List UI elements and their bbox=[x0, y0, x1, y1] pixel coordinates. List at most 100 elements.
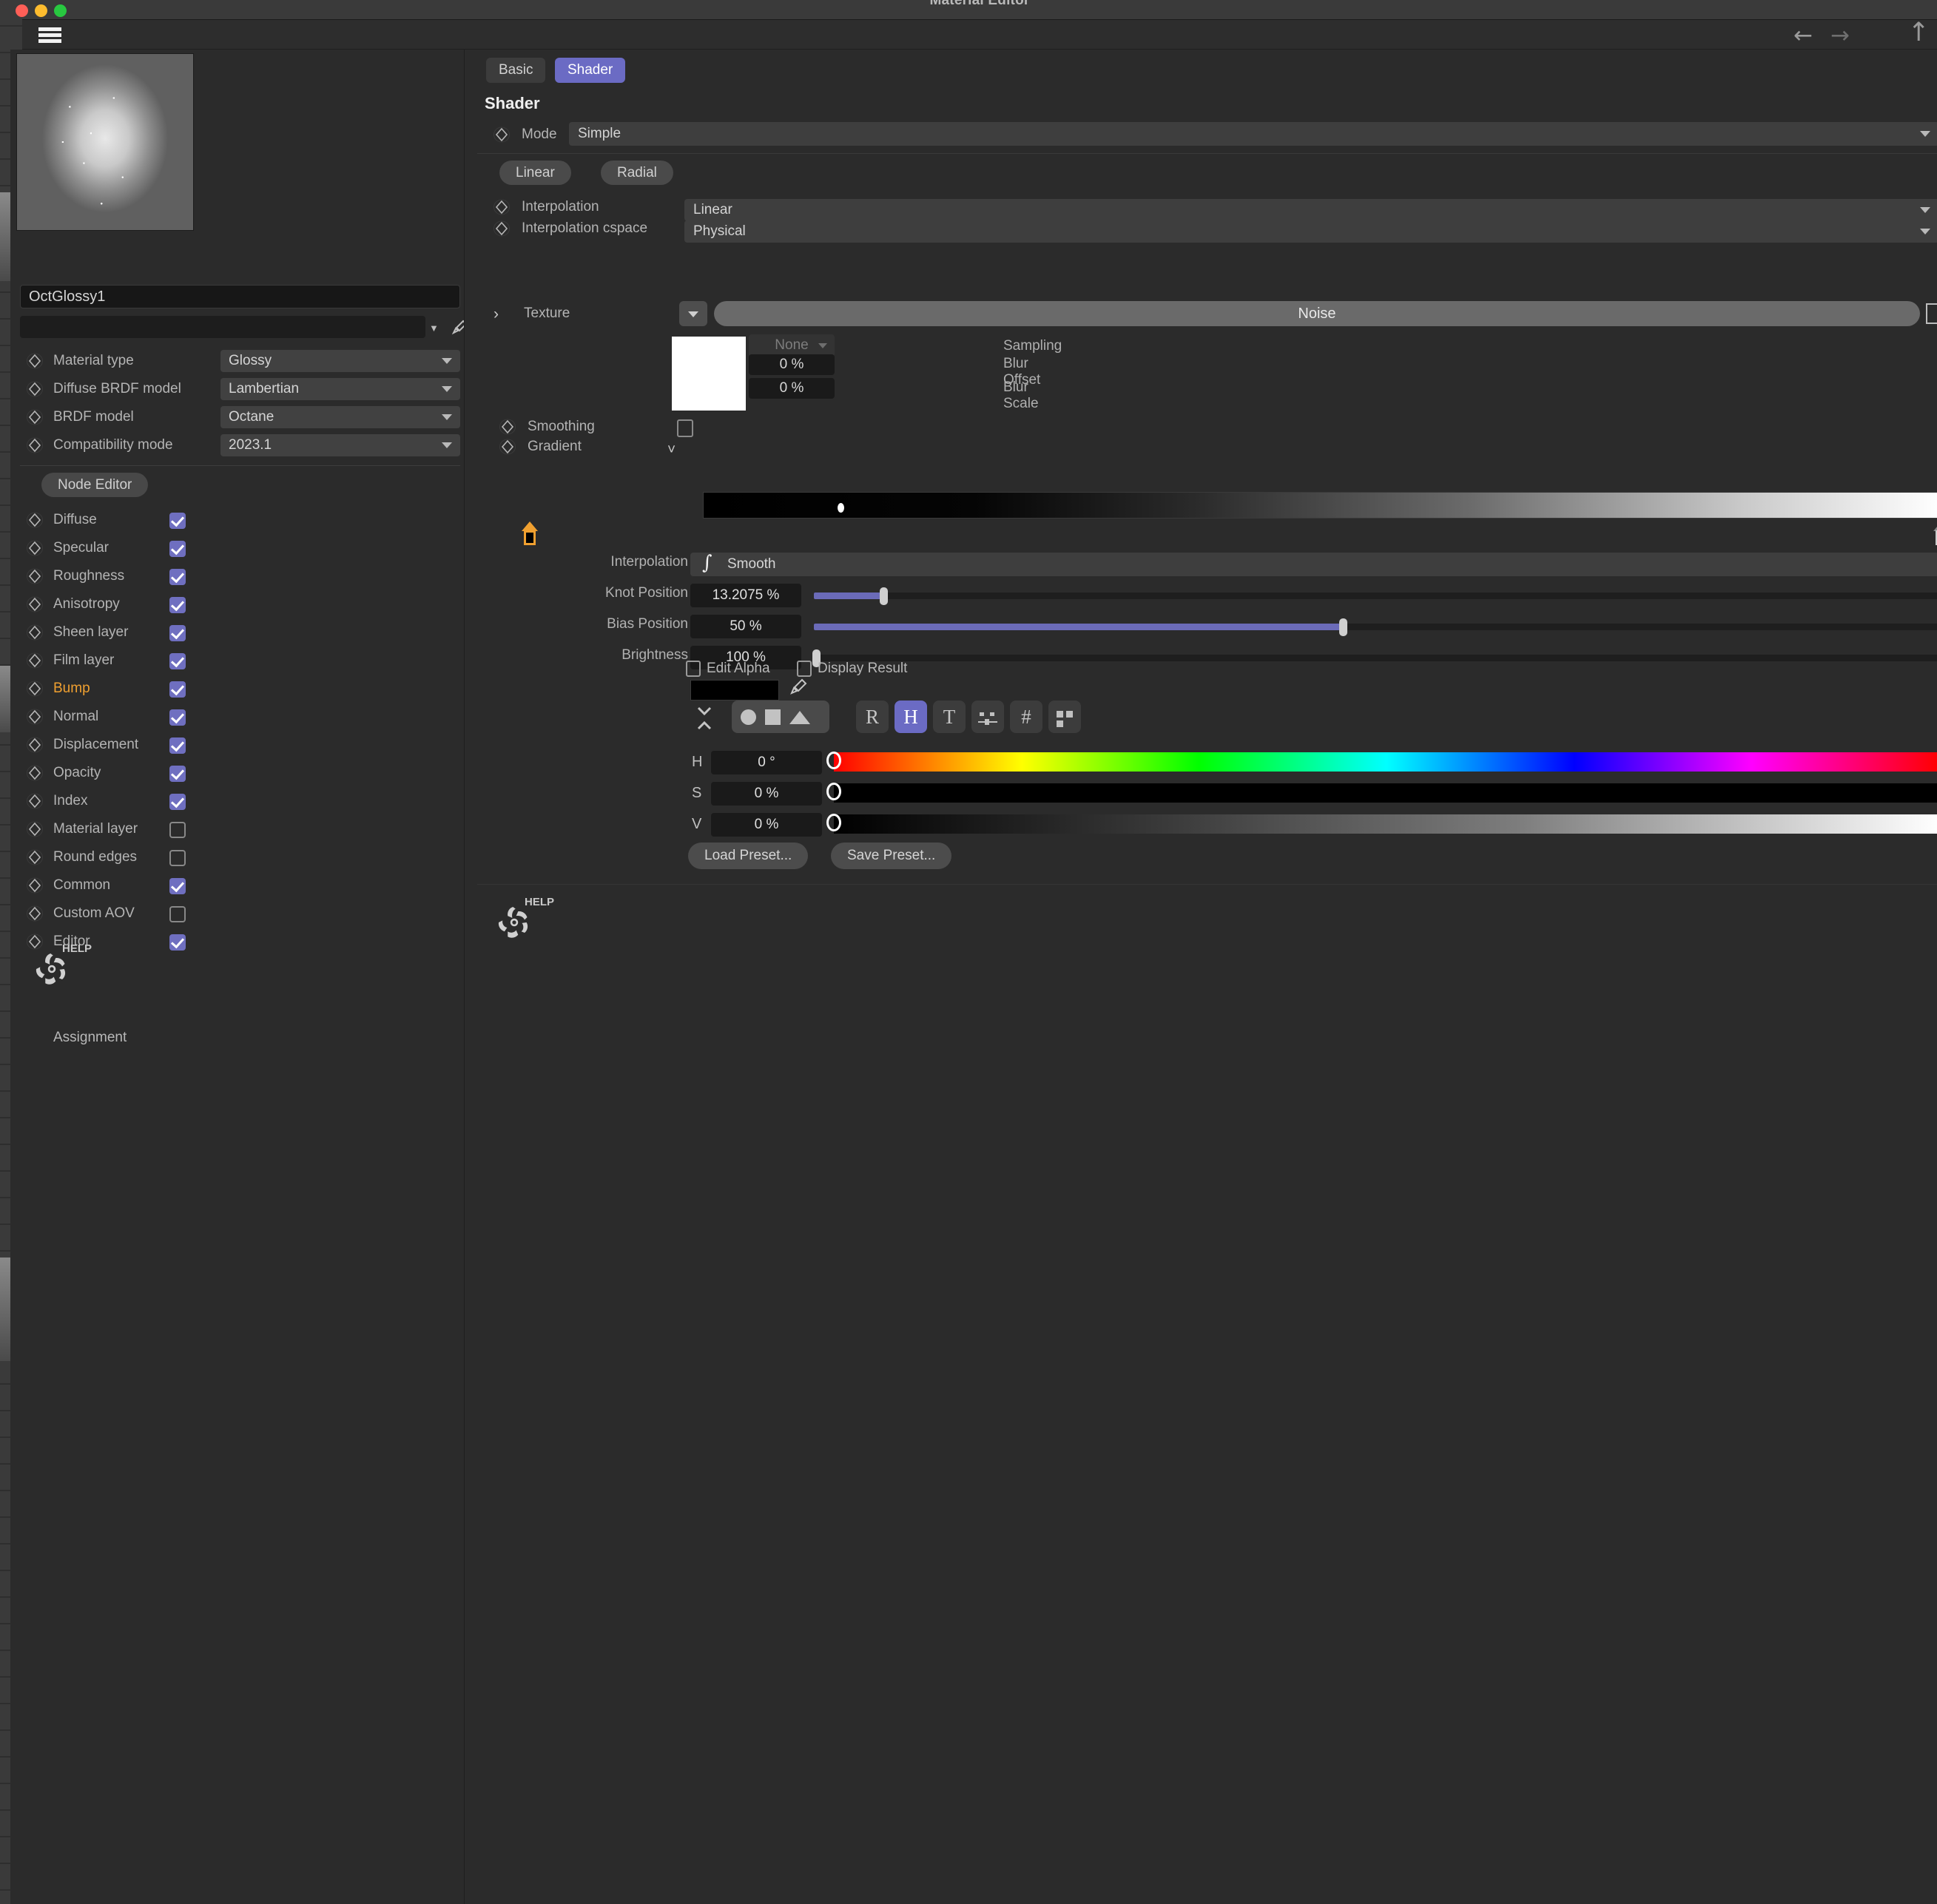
saturation-value[interactable]: 0 % bbox=[711, 782, 822, 806]
tab-basic[interactable]: Basic bbox=[486, 58, 546, 83]
bias-position-value[interactable]: 50 % bbox=[690, 615, 801, 638]
property-select-brdf-model[interactable]: Octane bbox=[220, 406, 460, 428]
channel-checkbox[interactable] bbox=[169, 850, 186, 866]
channel-checkbox[interactable] bbox=[169, 625, 186, 641]
arrow-up-icon[interactable]: ↑ bbox=[1908, 20, 1930, 46]
gradient-knot-handle[interactable] bbox=[836, 502, 846, 514]
channel-checkbox[interactable] bbox=[169, 737, 186, 754]
channel-diamond-icon[interactable] bbox=[27, 709, 43, 725]
channel-checkbox[interactable] bbox=[169, 906, 186, 922]
hue-value[interactable]: 0 ° bbox=[711, 751, 822, 774]
mode-diamond-icon[interactable] bbox=[493, 126, 510, 143]
tab-shader[interactable]: Shader bbox=[555, 58, 626, 83]
channel-checkbox[interactable] bbox=[169, 794, 186, 810]
property-diamond-icon[interactable] bbox=[27, 409, 43, 425]
node-editor-button[interactable]: Node Editor bbox=[41, 473, 149, 497]
channel-diamond-icon[interactable] bbox=[27, 652, 43, 669]
square-icon[interactable] bbox=[765, 709, 781, 725]
channel-diamond-icon[interactable] bbox=[27, 934, 43, 950]
saturation-slider[interactable] bbox=[826, 783, 1937, 803]
texture-node-pill[interactable]: Noise bbox=[714, 301, 1920, 326]
channel-diamond-icon[interactable] bbox=[27, 540, 43, 556]
channel-checkbox[interactable] bbox=[169, 681, 186, 698]
value-value[interactable]: 0 % bbox=[711, 813, 822, 837]
edit-alpha-checkbox[interactable] bbox=[686, 661, 701, 677]
channel-diamond-icon[interactable] bbox=[27, 681, 43, 697]
channel-diamond-icon[interactable] bbox=[27, 765, 43, 781]
rgb-mode-button[interactable]: R bbox=[856, 701, 889, 733]
display-result-checkbox[interactable] bbox=[797, 661, 812, 677]
help-logo[interactable]: HELP bbox=[31, 942, 92, 990]
property-diamond-icon[interactable] bbox=[27, 353, 43, 369]
sampling-select[interactable]: None bbox=[749, 334, 835, 357]
circle-icon[interactable] bbox=[741, 709, 756, 725]
channel-diamond-icon[interactable] bbox=[27, 877, 43, 894]
property-diamond-icon[interactable] bbox=[27, 381, 43, 397]
channel-checkbox[interactable] bbox=[169, 653, 186, 669]
eyedropper-icon[interactable] bbox=[788, 677, 809, 698]
radial-button[interactable]: Radial bbox=[601, 161, 673, 185]
texture-dropdown-button[interactable] bbox=[679, 301, 707, 326]
texture-color-swatch[interactable] bbox=[672, 337, 746, 411]
blur-scale-value[interactable]: 0 % bbox=[749, 378, 835, 399]
gradient-marker-selected[interactable] bbox=[522, 521, 538, 545]
help-logo[interactable]: HELP bbox=[493, 896, 554, 943]
channel-checkbox[interactable] bbox=[169, 513, 186, 529]
mountain-icon[interactable] bbox=[789, 711, 810, 724]
arrow-left-icon[interactable]: ← bbox=[1793, 24, 1813, 47]
slider-thumb[interactable] bbox=[826, 783, 841, 800]
node-selector-field[interactable] bbox=[20, 316, 425, 338]
value-slider[interactable] bbox=[826, 814, 1937, 834]
property-select-material-type[interactable]: Glossy bbox=[220, 350, 460, 372]
property-diamond-icon[interactable] bbox=[27, 437, 43, 453]
gradient-strip[interactable] bbox=[703, 492, 1937, 519]
channel-checkbox[interactable] bbox=[169, 822, 186, 838]
channel-checkbox[interactable] bbox=[169, 878, 186, 894]
channel-checkbox[interactable] bbox=[169, 934, 186, 951]
gradient-marker-end[interactable] bbox=[1933, 521, 1937, 545]
chevron-right-icon[interactable]: › bbox=[493, 305, 499, 323]
expand-collapse-icon[interactable] bbox=[695, 703, 714, 733]
sliders-icon[interactable] bbox=[971, 701, 1004, 733]
arrow-right-icon[interactable]: → bbox=[1830, 24, 1850, 47]
chevron-down-icon[interactable]: ▼ bbox=[429, 323, 439, 334]
mode-select[interactable]: Simple bbox=[569, 122, 1937, 146]
material-preview-thumbnail[interactable] bbox=[16, 53, 194, 231]
channel-diamond-icon[interactable] bbox=[27, 512, 43, 528]
eyedropper-icon[interactable] bbox=[450, 318, 465, 337]
color-shape-group[interactable] bbox=[732, 701, 829, 733]
knot-position-slider[interactable] bbox=[814, 587, 1937, 605]
slider-thumb[interactable] bbox=[1338, 618, 1347, 636]
linear-button[interactable]: Linear bbox=[499, 161, 571, 185]
channel-checkbox[interactable] bbox=[169, 597, 186, 613]
property-select-compatibility-mode[interactable]: 2023.1 bbox=[220, 434, 460, 456]
channel-checkbox[interactable] bbox=[169, 541, 186, 557]
channel-checkbox[interactable] bbox=[169, 766, 186, 782]
channel-checkbox[interactable] bbox=[169, 569, 186, 585]
row-diamond-icon[interactable] bbox=[493, 199, 510, 215]
hue-slider[interactable] bbox=[826, 752, 1937, 772]
property-select-diffuse-brdf-model[interactable]: Lambertian bbox=[220, 378, 460, 400]
row-diamond-icon[interactable] bbox=[493, 220, 510, 237]
channel-checkbox[interactable] bbox=[169, 709, 186, 726]
blur-offset-value[interactable]: 0 % bbox=[749, 354, 835, 375]
channel-diamond-icon[interactable] bbox=[27, 821, 43, 837]
hex-mode-button[interactable]: # bbox=[1010, 701, 1042, 733]
hsv-mode-button[interactable]: H bbox=[895, 701, 927, 733]
save-preset-button[interactable]: Save Preset... bbox=[831, 843, 952, 869]
channel-diamond-icon[interactable] bbox=[27, 849, 43, 865]
load-preset-button[interactable]: Load Preset... bbox=[688, 843, 809, 869]
hamburger-icon[interactable] bbox=[38, 27, 61, 43]
swatches-icon[interactable] bbox=[1048, 701, 1081, 733]
bias-position-slider[interactable] bbox=[814, 618, 1937, 636]
current-color-swatch[interactable] bbox=[690, 680, 779, 701]
channel-diamond-icon[interactable] bbox=[27, 596, 43, 612]
gradient-interpolation-select[interactable]: Smooth ∫ bbox=[690, 552, 1937, 576]
chevron-down-icon[interactable]: ˅ bbox=[667, 442, 676, 459]
knot-position-value[interactable]: 13.2075 % bbox=[690, 584, 801, 607]
slider-thumb[interactable] bbox=[826, 752, 841, 769]
gradient-diamond-icon[interactable] bbox=[499, 439, 516, 455]
channel-diamond-icon[interactable] bbox=[27, 905, 43, 922]
slider-thumb[interactable] bbox=[879, 587, 888, 605]
channel-diamond-icon[interactable] bbox=[27, 624, 43, 641]
